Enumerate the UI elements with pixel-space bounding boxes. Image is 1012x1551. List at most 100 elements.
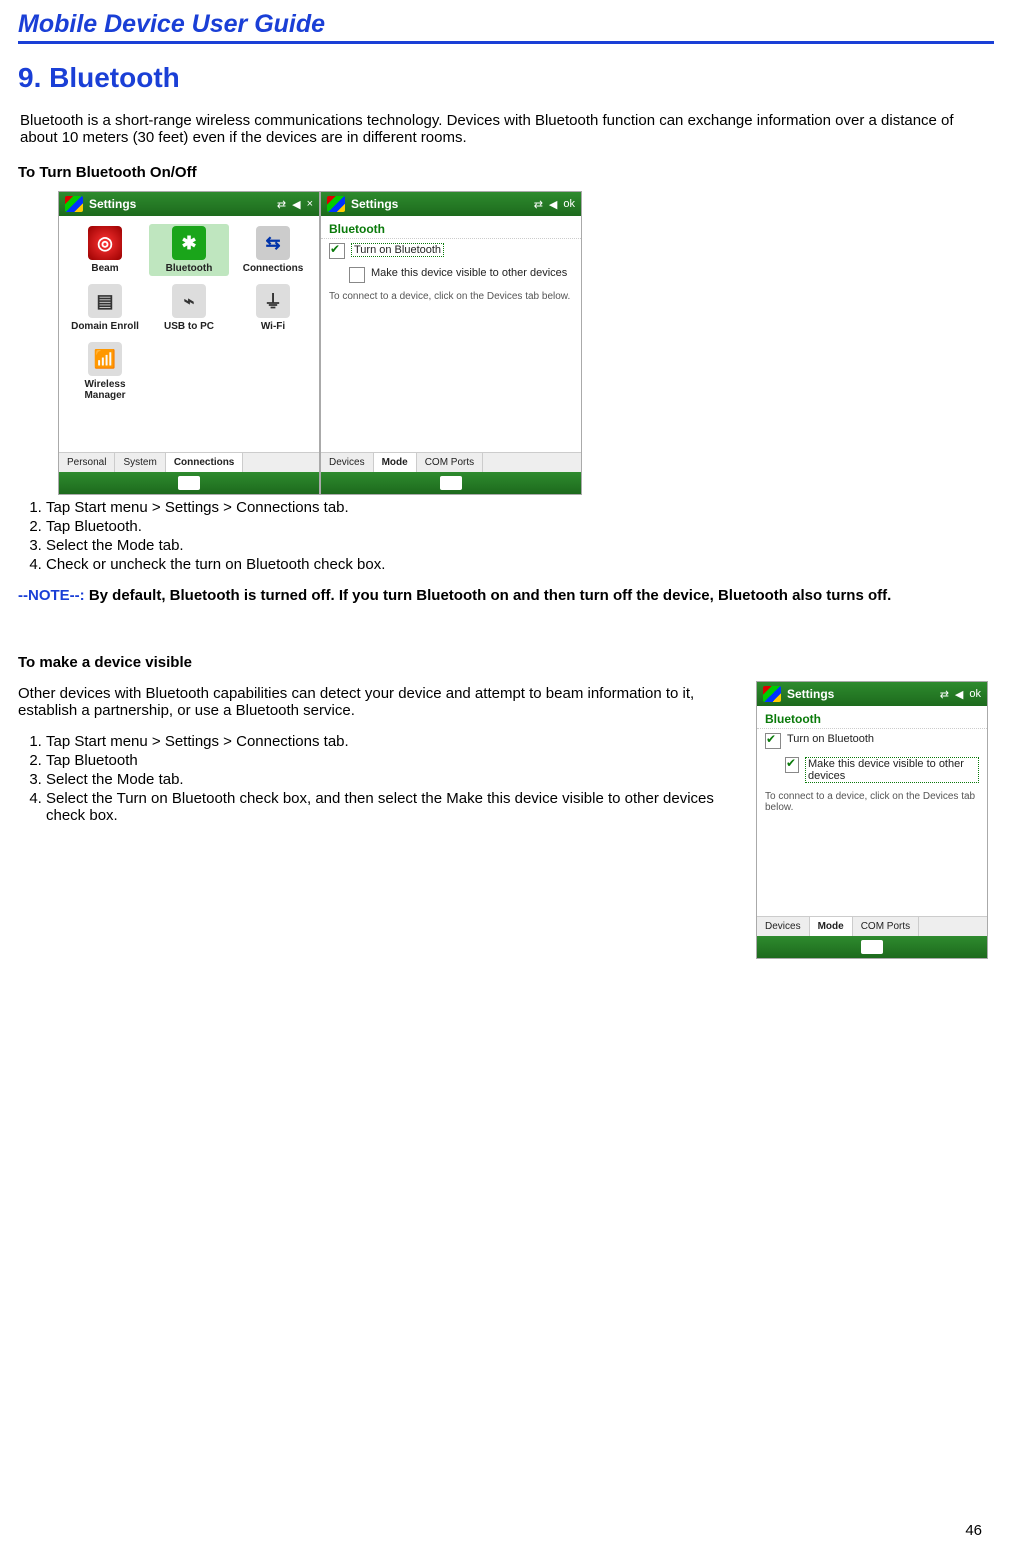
tab-mode[interactable]: Mode	[374, 453, 417, 472]
visible-section-text: Other devices with Bluetooth capabilitie…	[18, 681, 732, 838]
tile-wireless-label: Wireless Manager	[67, 379, 143, 401]
tile-beam[interactable]: ◎ Beam	[65, 224, 145, 276]
volume-icon: ◀	[549, 198, 557, 211]
tile-connections[interactable]: ⇆ Connections	[233, 224, 313, 276]
close-icon[interactable]: ×	[307, 198, 313, 211]
status-icons: ⇄ ◀ ok	[534, 198, 575, 211]
section-2-heading: To make a device visible	[18, 654, 994, 671]
softkey-bar	[321, 472, 581, 494]
tabbar-settings: Personal System Connections	[59, 452, 319, 472]
checkbox-turn-on-bluetooth[interactable]	[765, 733, 781, 749]
checkbox-turn-on-bluetooth[interactable]	[329, 243, 345, 259]
status-icons: ⇄ ◀ ×	[277, 198, 313, 211]
ok-button[interactable]: ok	[563, 198, 575, 211]
screenshot-row-1: Settings ⇄ ◀ × ◎ Beam ✱ Bluetooth ⇆ Connect…	[18, 191, 994, 495]
screenshot-bluetooth-mode-off: Settings ⇄ ◀ ok Bluetooth Turn on Blueto…	[320, 191, 582, 495]
tile-wifi[interactable]: ⏚ Wi-Fi	[233, 282, 313, 334]
chapter-title: 9. Bluetooth	[18, 62, 994, 94]
doc-title: Mobile Device User Guide	[18, 10, 994, 44]
step2-4: Select the Turn on Bluetooth check box, …	[46, 790, 732, 824]
screenshot-topbar: Settings ⇄ ◀ ok	[321, 192, 581, 216]
tabbar-bluetooth: Devices Mode COM Ports	[757, 916, 987, 936]
page-subtitle: Bluetooth	[757, 706, 987, 729]
start-flag-icon[interactable]	[65, 196, 83, 212]
volume-icon: ◀	[292, 198, 300, 211]
label-turn-on-bluetooth: Turn on Bluetooth	[351, 243, 444, 257]
tile-usb-to-pc[interactable]: ⌁USB to PC	[149, 282, 229, 334]
visible-intro: Other devices with Bluetooth capabilitie…	[18, 685, 732, 719]
section-1-heading: To Turn Bluetooth On/Off	[18, 164, 994, 181]
volume-icon: ◀	[955, 688, 963, 701]
tab-system[interactable]: System	[115, 453, 165, 472]
note-tag: --NOTE--:	[18, 587, 85, 604]
settings-grid-area: ◎ Beam ✱ Bluetooth ⇆ Connections ▤Domain En…	[59, 216, 319, 452]
connections-icon: ⇆	[256, 226, 290, 260]
visible-section-row: Other devices with Bluetooth capabilitie…	[18, 681, 994, 959]
tab-devices[interactable]: Devices	[321, 453, 374, 472]
hint-text: To connect to a device, click on the Dev…	[757, 787, 987, 817]
topbar-title: Settings	[351, 197, 528, 211]
step-1: Tap Start menu > Settings > Connections …	[46, 499, 994, 516]
step2-3: Select the Mode tab.	[46, 771, 732, 788]
step2-1: Tap Start menu > Settings > Connections …	[46, 733, 732, 750]
page-subtitle: Bluetooth	[321, 216, 581, 239]
step-4: Check or uncheck the turn on Bluetooth c…	[46, 556, 994, 573]
keyboard-icon[interactable]	[861, 940, 883, 954]
wifi-icon: ⏚	[256, 284, 290, 318]
steps-list-1: Tap Start menu > Settings > Connections …	[22, 499, 994, 573]
intro-paragraph: Bluetooth is a short-range wireless comm…	[20, 112, 994, 146]
bluetooth-mode-area: Bluetooth Turn on Bluetooth Make this de…	[321, 216, 581, 452]
screenshot-settings-connections: Settings ⇄ ◀ × ◎ Beam ✱ Bluetooth ⇆ Connect…	[58, 191, 320, 495]
tile-domain-enroll[interactable]: ▤Domain Enroll	[65, 282, 145, 334]
signal-icon: ⇄	[534, 198, 543, 211]
topbar-title: Settings	[89, 197, 271, 211]
beam-icon: ◎	[88, 226, 122, 260]
topbar-title: Settings	[787, 687, 934, 701]
tile-bluetooth-label: Bluetooth	[166, 263, 213, 274]
domain-icon: ▤	[88, 284, 122, 318]
tab-personal[interactable]: Personal	[59, 453, 115, 472]
step2-2: Tap Bluetooth	[46, 752, 732, 769]
tabbar-bluetooth: Devices Mode COM Ports	[321, 452, 581, 472]
softkey-bar	[59, 472, 319, 494]
label-make-visible: Make this device visible to other device…	[371, 267, 567, 279]
tab-mode[interactable]: Mode	[810, 917, 853, 936]
step-2: Tap Bluetooth.	[46, 518, 994, 535]
tile-beam-label: Beam	[91, 263, 118, 274]
bluetooth-icon: ✱	[172, 226, 206, 260]
visible-section-screenshot: Settings ⇄ ◀ ok Bluetooth Turn on Blueto…	[756, 681, 994, 959]
screenshot-topbar: Settings ⇄ ◀ ok	[757, 682, 987, 706]
tab-connections[interactable]: Connections	[166, 453, 244, 472]
row-turn-on-bluetooth[interactable]: Turn on Bluetooth	[321, 239, 581, 263]
label-make-visible: Make this device visible to other device…	[805, 757, 979, 783]
screenshot-topbar: Settings ⇄ ◀ ×	[59, 192, 319, 216]
tile-bluetooth[interactable]: ✱ Bluetooth	[149, 224, 229, 276]
start-flag-icon[interactable]	[763, 686, 781, 702]
keyboard-icon[interactable]	[178, 476, 200, 490]
start-flag-icon[interactable]	[327, 196, 345, 212]
ok-button[interactable]: ok	[969, 688, 981, 701]
row-make-visible[interactable]: Make this device visible to other device…	[321, 263, 581, 287]
tile-usb-label: USB to PC	[164, 321, 214, 332]
label-turn-on-bluetooth: Turn on Bluetooth	[787, 733, 874, 745]
tile-wifi-label: Wi-Fi	[261, 321, 285, 332]
screenshot-bluetooth-mode-visible: Settings ⇄ ◀ ok Bluetooth Turn on Blueto…	[756, 681, 988, 959]
step-3: Select the Mode tab.	[46, 537, 994, 554]
note-text: By default, Bluetooth is turned off. If …	[85, 587, 892, 604]
steps-list-2: Tap Start menu > Settings > Connections …	[22, 733, 732, 824]
keyboard-icon[interactable]	[440, 476, 462, 490]
tab-com-ports[interactable]: COM Ports	[853, 917, 919, 936]
tile-connections-label: Connections	[243, 263, 304, 274]
checkbox-make-visible[interactable]	[785, 757, 799, 773]
tab-com-ports[interactable]: COM Ports	[417, 453, 483, 472]
bluetooth-mode-area: Bluetooth Turn on Bluetooth Make this de…	[757, 706, 987, 916]
checkbox-make-visible[interactable]	[349, 267, 365, 283]
signal-icon: ⇄	[277, 198, 286, 211]
antenna-icon: 📶	[88, 342, 122, 376]
tab-devices[interactable]: Devices	[757, 917, 810, 936]
page-number: 46	[965, 1522, 982, 1539]
signal-icon: ⇄	[940, 688, 949, 701]
row-make-visible[interactable]: Make this device visible to other device…	[757, 753, 987, 787]
row-turn-on-bluetooth[interactable]: Turn on Bluetooth	[757, 729, 987, 753]
tile-wireless-manager[interactable]: 📶 Wireless Manager	[65, 340, 145, 403]
